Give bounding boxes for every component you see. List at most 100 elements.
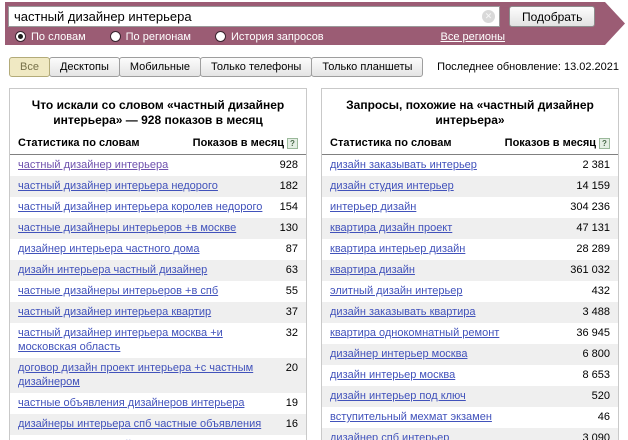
impressions-count: 14 159 xyxy=(576,179,610,193)
impressions-count: 182 xyxy=(280,179,298,193)
impressions-count: 19 xyxy=(286,396,298,410)
keyword-link[interactable]: частный дизайнер интерьера xyxy=(18,158,180,172)
table-row: дизайн интерьер москва 8 653 xyxy=(322,365,618,386)
impressions-count: 46 xyxy=(598,410,610,424)
table-row: дизайнеры интерьера спб частные объявлен… xyxy=(10,414,306,435)
keyword-table: частный дизайнер интерьера 928 частный д… xyxy=(10,155,306,440)
radio-label: По словам xyxy=(31,31,86,43)
keyword-link[interactable]: квартира интерьер дизайн xyxy=(330,242,477,256)
help-icon[interactable]: ? xyxy=(287,138,298,149)
column-count-header: Показов в месяц ? xyxy=(193,137,298,149)
keyword-link[interactable]: квартира однокомнатный ремонт xyxy=(330,326,511,340)
panel-similar-queries: Запросы, похожие на «частный дизайнер ин… xyxy=(321,88,619,440)
impressions-count: 28 289 xyxy=(576,242,610,256)
table-row: частные дизайнеры интерьеров +в спб 55 xyxy=(10,281,306,302)
keyword-link[interactable]: частный дизайнер интерьера королев недор… xyxy=(18,200,274,214)
tab-all[interactable]: Все xyxy=(9,57,50,77)
radio-query-history[interactable]: История запросов xyxy=(215,31,324,43)
keyword-link[interactable]: дизайнер спб интерьер xyxy=(330,431,461,440)
impressions-count: 16 xyxy=(286,417,298,431)
keyword-link[interactable]: частные дизайнеры интерьеров +в спб xyxy=(18,284,230,298)
column-keyword-header: Статистика по словам xyxy=(18,137,140,149)
table-row: частный дизайнер интерьера москва +и мос… xyxy=(10,323,306,358)
panel-title: Запросы, похожие на «частный дизайнер ин… xyxy=(322,89,618,133)
keyword-link[interactable]: дизайн интерьер москва xyxy=(330,368,467,382)
impressions-count: 154 xyxy=(280,200,298,214)
tab-phones-only[interactable]: Только телефоны xyxy=(200,57,312,77)
keyword-link[interactable]: вступительный мехмат экзамен xyxy=(330,410,504,424)
keyword-link[interactable]: договор дизайн проект интерьера +с частн… xyxy=(18,361,286,389)
table-row: квартира дизайн проект 47 131 xyxy=(322,218,618,239)
keyword-link[interactable]: дизайн заказывать квартира xyxy=(330,305,488,319)
radio-circle-icon xyxy=(215,31,226,42)
table-row: вступительный мехмат экзамен 46 xyxy=(322,407,618,428)
keyword-link[interactable]: дизайн студия интерьер xyxy=(330,179,466,193)
keyword-link[interactable]: частные объявления дизайнеров интерьера xyxy=(18,396,256,410)
table-row: договор дизайн проект интерьера +с частн… xyxy=(10,358,306,393)
impressions-count: 63 xyxy=(286,263,298,277)
table-row: частный дизайнер интерьера 928 xyxy=(10,155,306,176)
impressions-count: 2 381 xyxy=(582,158,610,172)
results-panels: Что искали со словом «частный дизайнер и… xyxy=(9,88,619,440)
radio-by-regions[interactable]: По регионам xyxy=(110,31,191,43)
keyword-link[interactable]: частный дизайнер интерьера москва +и мос… xyxy=(18,326,286,354)
radio-circle-icon xyxy=(15,31,26,42)
all-regions-link[interactable]: Все регионы xyxy=(440,31,505,43)
keyword-link[interactable]: квартира дизайн проект xyxy=(330,221,464,235)
impressions-count: 3 488 xyxy=(582,305,610,319)
table-row: дизайн студия интерьер 14 159 xyxy=(322,176,618,197)
search-input-wrap: ✕ xyxy=(8,6,500,27)
keyword-link[interactable]: интерьер дизайн xyxy=(330,200,428,214)
help-icon[interactable]: ? xyxy=(599,138,610,149)
table-row: дизайн заказывать интерьер 2 381 xyxy=(322,155,618,176)
keyword-link[interactable]: элитный дизайн интерьер xyxy=(330,284,475,298)
clear-icon[interactable]: ✕ xyxy=(482,10,495,23)
tab-desktops[interactable]: Десктопы xyxy=(49,57,120,77)
keyword-link[interactable]: дизайн интерьера частный дизайнер xyxy=(18,263,219,277)
impressions-count: 130 xyxy=(280,221,298,235)
impressions-count: 32 xyxy=(286,326,298,354)
column-count-header: Показов в месяц ? xyxy=(505,137,610,149)
keyword-link[interactable]: дизайн интерьер под ключ xyxy=(330,389,478,403)
radio-circle-icon xyxy=(110,31,121,42)
table-row: частные дизайнеры интерьеров +в москве 1… xyxy=(10,218,306,239)
table-row: элитный дизайн интерьер 432 xyxy=(322,281,618,302)
table-row: частный дизайнер интерьера квартир 37 xyxy=(10,302,306,323)
table-row: квартира дизайн 361 032 xyxy=(322,260,618,281)
panel-searched-with-word: Что искали со словом «частный дизайнер и… xyxy=(9,88,307,440)
mode-radio-row: По словам По регионам История запросов В… xyxy=(8,28,625,45)
search-input[interactable] xyxy=(8,6,500,27)
impressions-count: 36 945 xyxy=(576,326,610,340)
tab-mobile[interactable]: Мобильные xyxy=(119,57,201,77)
column-headers: Статистика по словам Показов в месяц ? xyxy=(322,133,618,155)
keyword-link[interactable]: дизайнер интерьера частного дома xyxy=(18,242,211,256)
submit-button[interactable]: Подобрать xyxy=(509,6,595,27)
table-row: частный дизайнер интерьера недорого 182 xyxy=(10,176,306,197)
table-row: квартира однокомнатный ремонт 36 945 xyxy=(322,323,618,344)
keyword-link[interactable]: частный дизайнер интерьера квартир xyxy=(18,305,223,319)
impressions-count: 8 653 xyxy=(582,368,610,382)
table-row: дизайнер интерьера частного дома 87 xyxy=(10,239,306,260)
table-row: дизайнер интерьер москва 6 800 xyxy=(322,344,618,365)
keyword-link[interactable]: частные дизайнеры интерьеров +в москве xyxy=(18,221,248,235)
radio-label: По регионам xyxy=(126,31,191,43)
radio-by-words[interactable]: По словам xyxy=(15,31,86,43)
impressions-count: 361 032 xyxy=(570,263,610,277)
table-row: услуги частного дизайнера интерьера 15 xyxy=(10,435,306,440)
table-row: дизайн интерьер под ключ 520 xyxy=(322,386,618,407)
device-tabs-row: Все Десктопы Мобильные Только телефоны Т… xyxy=(9,57,619,77)
keyword-link[interactable]: дизайнер интерьер москва xyxy=(330,347,479,361)
keyword-link[interactable]: квартира дизайн xyxy=(330,263,427,277)
impressions-count: 928 xyxy=(280,158,298,172)
table-row: частный дизайнер интерьера королев недор… xyxy=(10,197,306,218)
keyword-link[interactable]: дизайнеры интерьера спб частные объявлен… xyxy=(18,417,273,431)
table-row: квартира интерьер дизайн 28 289 xyxy=(322,239,618,260)
impressions-count: 87 xyxy=(286,242,298,256)
keyword-link[interactable]: дизайн заказывать интерьер xyxy=(330,158,489,172)
column-keyword-header: Статистика по словам xyxy=(330,137,452,149)
table-row: частные объявления дизайнеров интерьера … xyxy=(10,393,306,414)
keyword-table: дизайн заказывать интерьер 2 381 дизайн … xyxy=(322,155,618,440)
panel-title: Что искали со словом «частный дизайнер и… xyxy=(10,89,306,133)
keyword-link[interactable]: частный дизайнер интерьера недорого xyxy=(18,179,230,193)
tab-tablets-only[interactable]: Только планшеты xyxy=(311,57,423,77)
